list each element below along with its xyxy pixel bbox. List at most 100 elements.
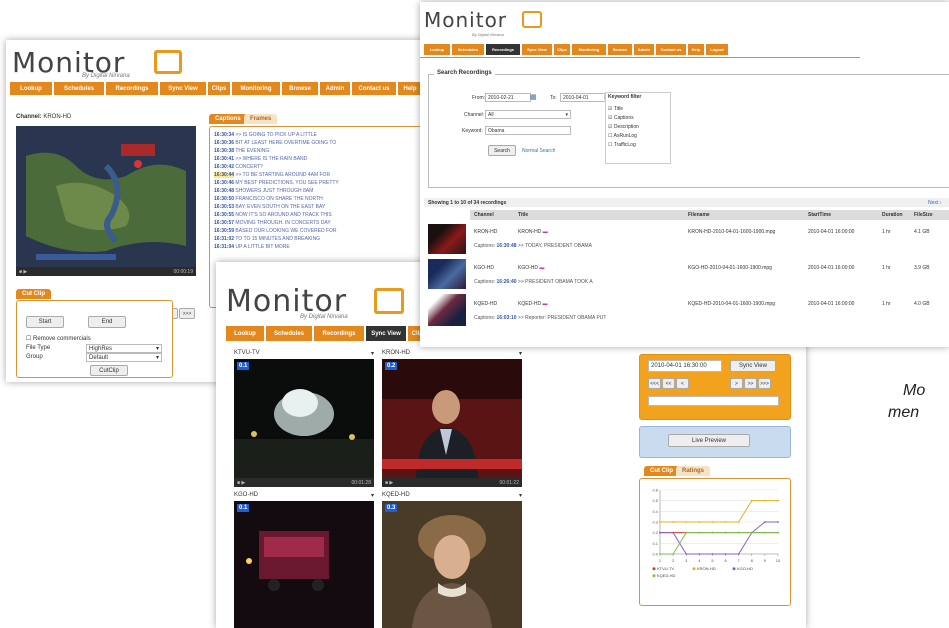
table-row[interactable]: KRON-HD KRON-HD ▬ KRON-HD-2010-04-01-160… [470,227,949,237]
rewind-button[interactable]: << [662,378,675,389]
nav-lookup[interactable]: Lookup [226,326,264,341]
chevron-down-icon[interactable]: ▾ [519,492,522,499]
chevron-down-icon[interactable]: ▾ [371,350,374,357]
video-player-weather-map[interactable]: ■ ▶ 00:00:19 [16,126,196,276]
frames-tab[interactable]: Frames [244,114,278,124]
camera-feed-kgo[interactable]: 0.1 [234,501,374,628]
nav-help[interactable]: Help [398,82,422,95]
nav-browse[interactable]: Browse [282,82,318,95]
cut-clip-button[interactable]: CutClip [90,365,128,376]
cut-clip-tab[interactable]: Cut Clip [644,466,679,476]
ratings-tab[interactable]: Ratings [676,466,711,476]
nav-monitoring[interactable]: Monitoring [572,44,606,55]
chevron-down-icon[interactable]: ▾ [371,492,374,499]
thumbnail-kgo[interactable] [428,259,466,289]
col-starttime[interactable]: StartTime [804,212,878,218]
channel-select[interactable]: All ▾ [485,110,571,119]
filter-captions-checkbox[interactable]: ☑ Captions [608,115,634,121]
table-row[interactable]: KGO-HD KGO-HD ▬ KGO-HD-2010-04-01-1600-1… [470,263,949,273]
filter-asrunlog-checkbox[interactable]: ☐ AsRunLog [608,133,637,139]
nav-sync-view[interactable]: Sync View [160,82,206,95]
caption-line[interactable]: 16:30:42 CONCERT? [214,163,414,171]
forward-fast-button[interactable]: >>> [758,378,771,389]
caption-match-row[interactable]: Captions: 16:03:10 >> Reporter: PRESIDEN… [470,314,949,322]
keyword-input[interactable]: Obama [485,126,571,135]
nav-monitoring[interactable]: Monitoring [232,82,280,95]
caption-line[interactable]: 16:30:48 SHOWERS JUST THROUGH 8AM [214,187,414,195]
col-duration[interactable]: Duration [878,212,910,218]
nav-recordings[interactable]: Recordings [486,44,520,55]
caption-line[interactable]: 16:31:02 TO TO 15 MINUTES AND BREAKING [214,235,414,243]
group-select[interactable]: Default ▾ [86,353,162,362]
video-controls[interactable]: ■ ▶ 00:01:28 [234,478,374,487]
play-icon[interactable]: ■ ▶ [19,269,27,275]
nav-clips[interactable]: Clips [208,82,230,95]
forward-fast-button[interactable]: >>> [179,308,195,319]
col-filesize[interactable]: FileSize [910,212,944,218]
caption-line[interactable]: 16:30:41 >> WHERE IS THE RAIN BAND [214,155,414,163]
caption-line[interactable]: 16:30:55 NOW IT'S SO AROUND AND TRACK TH… [214,211,414,219]
camera-feed-kron[interactable]: 0.2 ■ ▶ 00:01:22 [382,359,522,487]
from-date-field[interactable]: 2010-02-21 [485,93,531,102]
caption-match-row[interactable]: Captions: 16:30:48 >> TODAY, PRESIDENT O… [470,242,949,250]
end-button[interactable]: End [88,316,126,328]
live-preview-button[interactable]: Live Preview [668,434,750,447]
caption-line[interactable]: 16:30:50 FRANCISCO ON SHARE THE NORTH [214,195,414,203]
col-title[interactable]: Title [514,212,684,218]
filter-trafficlog-checkbox[interactable]: ☐ TrafficLog [608,142,636,148]
calendar-icon[interactable]: ▦ [530,93,537,101]
next-link[interactable]: Next › [928,200,941,206]
cut-clip-tab[interactable]: Cut Clip [16,289,51,299]
rewind-fast-button[interactable]: <<< [648,378,661,389]
to-date-field[interactable]: 2010-04-01 [560,93,606,102]
caption-line[interactable]: 16:30:46 MY BEST PREDICTIONS. YOU SEE PR… [214,179,414,187]
nav-recordings[interactable]: Recordings [106,82,158,95]
caption-line[interactable]: 16:30:59 BASED OUR LOOKING WE COVERED FO… [214,227,414,235]
normal-search-link[interactable]: Normal Search [522,148,555,154]
nav-schedules[interactable]: Schedules [266,326,312,341]
remove-commercials-checkbox[interactable]: ☐ Remove commercials [26,335,91,342]
timeline-slider[interactable] [648,396,779,406]
step-forward-button[interactable]: > [730,378,743,389]
datetime-field[interactable]: 2010-04-01 16:30:00 [648,360,722,372]
sync-view-button[interactable]: Sync View [730,360,776,372]
nav-recordings[interactable]: Recordings [314,326,364,341]
filter-description-checkbox[interactable]: ☑ Description [608,124,639,130]
col-filename[interactable]: Filename [684,212,804,218]
nav-lookup[interactable]: Lookup [424,44,450,55]
nav-contact[interactable]: Contact us [352,82,396,95]
camera-feed-kqed[interactable]: 0.3 [382,501,522,628]
nav-logout[interactable]: Logout [706,44,728,55]
nav-lookup[interactable]: Lookup [10,82,52,95]
thumbnail-kqed[interactable] [428,294,466,326]
captions-tab[interactable]: Captions [209,114,247,124]
play-icon[interactable]: ■ ▶ [385,480,393,486]
filter-title-checkbox[interactable]: ☑ Title [608,106,623,112]
caption-line[interactable]: 16:31:04 UP A LITTLE BIT MORE [214,243,414,251]
caption-line[interactable]: 16:30:57 MOVING THROUGH. IN CONCERTS DAY [214,219,414,227]
thumbnail-kron[interactable] [428,224,466,254]
nav-sync-view[interactable]: Sync View [522,44,552,55]
caption-line[interactable]: 16:30:34 >> IS GOING TO PICK UP A LITTLE [214,131,414,139]
video-controls[interactable]: ■ ▶ 00:01:22 [382,478,522,487]
chevron-down-icon[interactable]: ▾ [519,350,522,357]
start-button[interactable]: Start [26,316,64,328]
nav-admin[interactable]: Admin [320,82,350,95]
nav-sync-view[interactable]: Sync View [366,326,406,341]
caption-line-highlighted[interactable]: 16:30:44 >> TO BE STARTING AROUND 4AM FO… [214,171,414,179]
nav-schedules[interactable]: Schedules [452,44,484,55]
caption-line[interactable]: 16:30:36 BIT AT LEAST HERE OVERTIME GOIN… [214,139,414,147]
caption-line[interactable]: 16:30:38 THE EVENING. [214,147,414,155]
nav-contact[interactable]: Contact us [656,44,686,55]
nav-browse[interactable]: Browse [608,44,632,55]
play-icon[interactable]: ■ ▶ [237,480,245,486]
table-row[interactable]: KQED-HD KQED-HD ▬ KQED-HD-2010-04-01-160… [470,299,949,309]
search-button[interactable]: Search [488,145,516,156]
nav-clips[interactable]: Clips [554,44,570,55]
caption-match-row[interactable]: Captions: 16:26:40 >> PRESIDENT OBAMA TO… [470,278,949,286]
camera-feed-ktvu[interactable]: 0.1 ■ ▶ 00:01:28 [234,359,374,487]
file-type-select[interactable]: HighRes ▾ [86,344,162,353]
nav-schedules[interactable]: Schedules [54,82,104,95]
nav-admin[interactable]: Admin [634,44,654,55]
col-channel[interactable]: Channel [470,212,514,218]
